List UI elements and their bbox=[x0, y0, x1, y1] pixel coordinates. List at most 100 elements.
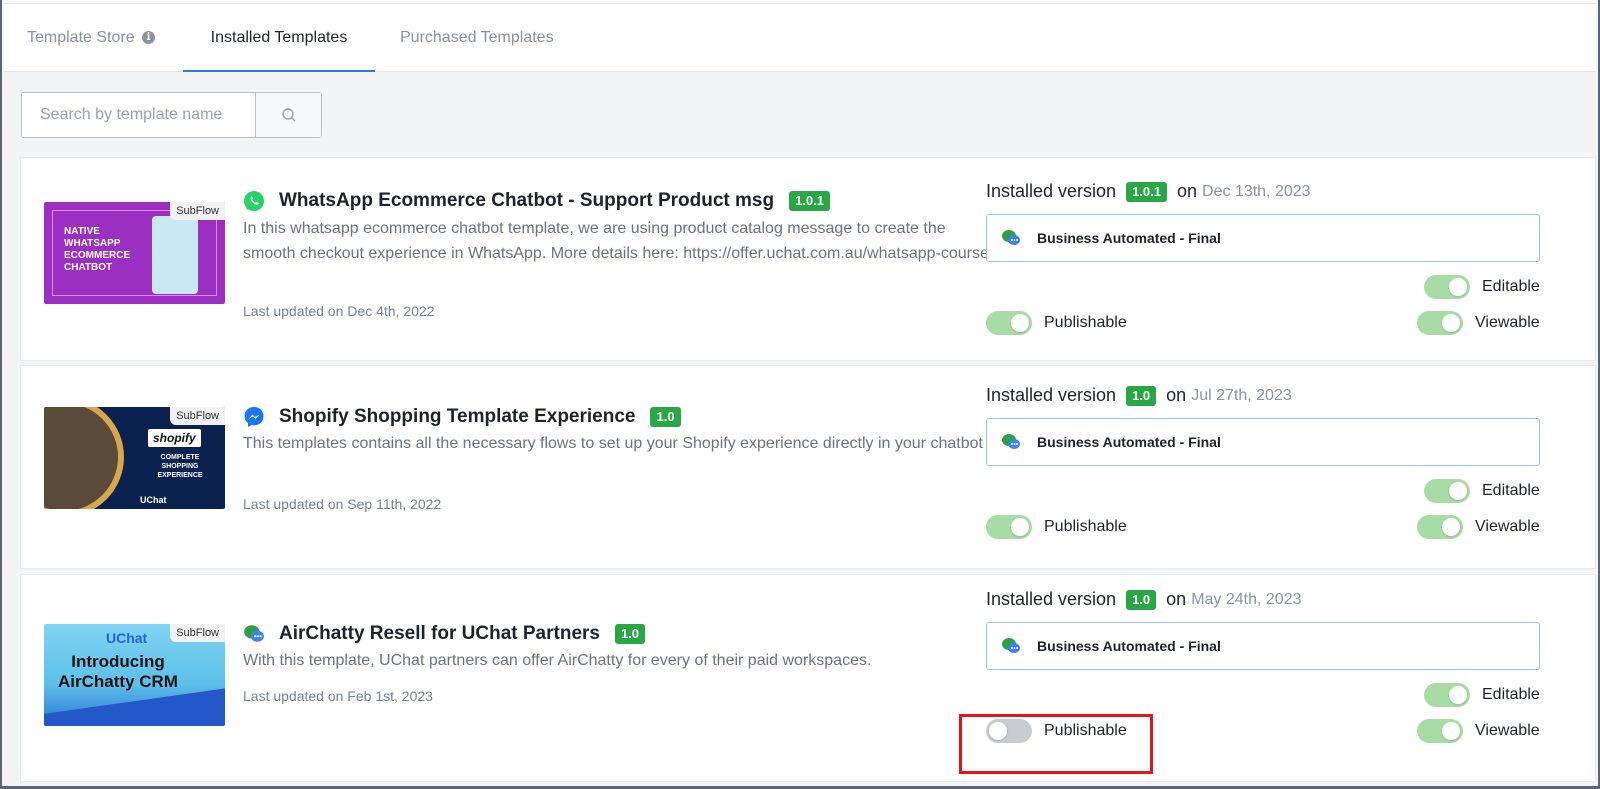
switch-knob bbox=[1449, 482, 1467, 500]
viewable-label: Viewable bbox=[1475, 518, 1540, 535]
publishable-toggle-row: Publishable bbox=[986, 311, 1127, 335]
thumbnail-headline: Introducing AirChatty CRM bbox=[58, 652, 178, 691]
bot-select[interactable]: Business Automated - Final bbox=[986, 418, 1540, 466]
template-title-row: Shopify Shopping Template Experience 1.0 bbox=[243, 406, 681, 428]
publishable-toggle-row: Publishable bbox=[986, 719, 1127, 743]
chat-bubbles-icon bbox=[1002, 638, 1020, 653]
installed-version-badge: 1.0 bbox=[1126, 385, 1157, 406]
installed-version-badge: 1.0.1 bbox=[1126, 181, 1167, 202]
template-title[interactable]: AirChatty Resell for UChat Partners bbox=[279, 623, 600, 645]
installed-on-label: on bbox=[1166, 385, 1187, 405]
switch-knob bbox=[1449, 686, 1467, 704]
switch-knob bbox=[1442, 722, 1460, 740]
tab-template-store-label: Template Store bbox=[27, 29, 135, 46]
editable-label: Editable bbox=[1482, 686, 1540, 703]
bot-select[interactable]: Business Automated - Final bbox=[986, 622, 1540, 670]
viewable-label: Viewable bbox=[1475, 314, 1540, 331]
viewable-label: Viewable bbox=[1475, 722, 1540, 739]
search-bar bbox=[21, 92, 322, 138]
editable-label: Editable bbox=[1482, 482, 1540, 499]
installed-date: Jul 27th, 2023 bbox=[1191, 386, 1292, 404]
bot-select[interactable]: Business Automated - Final bbox=[986, 214, 1540, 262]
phone-illustration bbox=[152, 216, 198, 294]
switch-knob bbox=[1449, 278, 1467, 296]
tab-bar: Template Store i Installed Templates Pur… bbox=[4, 4, 1596, 72]
version-badge: 1.0 bbox=[614, 624, 646, 644]
uchat-logo: UChat bbox=[106, 630, 148, 646]
installed-date: Dec 13th, 2023 bbox=[1202, 182, 1311, 200]
installed-version-badge: 1.0 bbox=[1126, 589, 1157, 610]
template-thumbnail[interactable]: shopify COMPLETE SHOPPING EXPERIENCE UCh… bbox=[44, 407, 225, 509]
installed-on-label: on bbox=[1177, 181, 1198, 201]
thumbnail-text: NATIVE WHATSAPP ECOMMERCE CHATBOT bbox=[64, 226, 131, 273]
switch-knob bbox=[989, 722, 1007, 740]
template-card: NATIVE WHATSAPP ECOMMERCE CHATBOT SubFlo… bbox=[20, 157, 1596, 361]
last-updated: Last updated on Feb 1st, 2023 bbox=[243, 688, 433, 704]
search-icon bbox=[281, 108, 295, 122]
messenger-icon bbox=[244, 407, 264, 427]
template-thumbnail[interactable]: NATIVE WHATSAPP ECOMMERCE CHATBOT SubFlo… bbox=[44, 202, 225, 304]
version-badge: 1.0.1 bbox=[789, 191, 831, 211]
viewable-toggle-row: Viewable bbox=[1417, 515, 1540, 539]
publishable-switch[interactable] bbox=[986, 719, 1032, 743]
publishable-label: Publishable bbox=[1044, 314, 1127, 331]
chat-bubbles-icon bbox=[244, 625, 264, 642]
publishable-switch[interactable] bbox=[986, 311, 1032, 335]
tab-installed-templates[interactable]: Installed Templates bbox=[183, 4, 375, 72]
editable-switch[interactable] bbox=[1424, 479, 1470, 503]
chat-bubbles-icon bbox=[1002, 434, 1020, 449]
installed-version: Installed version 1.0 on Jul 27th, 2023 bbox=[986, 385, 1292, 406]
switch-knob bbox=[1011, 518, 1029, 536]
publishable-toggle-row: Publishable bbox=[986, 515, 1127, 539]
subflow-badge: SubFlow bbox=[170, 407, 225, 425]
thumbnail-graphic bbox=[44, 407, 124, 509]
info-icon[interactable]: i bbox=[142, 31, 156, 45]
template-title-row: WhatsApp Ecommerce Chatbot - Support Pro… bbox=[243, 190, 831, 212]
editable-toggle-row: Editable bbox=[1424, 275, 1540, 299]
publishable-label: Publishable bbox=[1044, 722, 1127, 739]
template-thumbnail[interactable]: UChat Introducing AirChatty CRM SubFlow bbox=[44, 624, 225, 726]
installed-version-label: Installed version bbox=[986, 181, 1117, 201]
switch-knob bbox=[1442, 314, 1460, 332]
viewable-switch[interactable] bbox=[1417, 719, 1463, 743]
uchat-logo: UChat bbox=[140, 495, 167, 505]
shopify-logo: shopify bbox=[148, 429, 201, 447]
subflow-badge: SubFlow bbox=[170, 624, 225, 642]
viewable-switch[interactable] bbox=[1417, 515, 1463, 539]
editable-label: Editable bbox=[1482, 278, 1540, 295]
template-title[interactable]: Shopify Shopping Template Experience bbox=[279, 406, 635, 428]
last-updated: Last updated on Sep 11th, 2022 bbox=[243, 496, 442, 512]
viewable-toggle-row: Viewable bbox=[1417, 719, 1540, 743]
template-card: UChat Introducing AirChatty CRM SubFlow … bbox=[20, 574, 1596, 782]
installed-version: Installed version 1.0.1 on Dec 13th, 202… bbox=[986, 181, 1311, 202]
template-description: With this template, UChat partners can o… bbox=[243, 652, 872, 669]
bot-name: Business Automated - Final bbox=[1037, 230, 1221, 246]
viewable-switch[interactable] bbox=[1417, 311, 1463, 335]
chat-bubbles-icon bbox=[1002, 230, 1020, 245]
editable-switch[interactable] bbox=[1424, 683, 1470, 707]
installed-version: Installed version 1.0 on May 24th, 2023 bbox=[986, 589, 1301, 610]
viewable-toggle-row: Viewable bbox=[1417, 311, 1540, 335]
editable-switch[interactable] bbox=[1424, 275, 1470, 299]
subflow-badge: SubFlow bbox=[170, 202, 225, 220]
whatsapp-icon bbox=[244, 191, 264, 211]
template-description: In this whatsapp ecommerce chatbot templ… bbox=[243, 220, 989, 262]
switch-knob bbox=[1442, 518, 1460, 536]
search-button[interactable] bbox=[256, 93, 321, 137]
template-card: shopify COMPLETE SHOPPING EXPERIENCE UCh… bbox=[20, 365, 1596, 569]
tab-template-store[interactable]: Template Store i bbox=[27, 4, 156, 72]
publishable-switch[interactable] bbox=[986, 515, 1032, 539]
editable-toggle-row: Editable bbox=[1424, 683, 1540, 707]
installed-version-label: Installed version bbox=[986, 589, 1117, 609]
bot-name: Business Automated - Final bbox=[1037, 434, 1221, 450]
template-title[interactable]: WhatsApp Ecommerce Chatbot - Support Pro… bbox=[279, 190, 774, 212]
installed-on-label: on bbox=[1166, 589, 1187, 609]
editable-toggle-row: Editable bbox=[1424, 479, 1540, 503]
installed-date: May 24th, 2023 bbox=[1191, 590, 1302, 608]
search-input[interactable] bbox=[22, 93, 256, 137]
tab-purchased-templates[interactable]: Purchased Templates bbox=[400, 4, 554, 72]
version-badge: 1.0 bbox=[650, 407, 681, 427]
installed-version-label: Installed version bbox=[986, 385, 1117, 405]
last-updated: Last updated on Dec 4th, 2022 bbox=[243, 303, 435, 319]
template-title-row: AirChatty Resell for UChat Partners 1.0 bbox=[243, 623, 646, 645]
